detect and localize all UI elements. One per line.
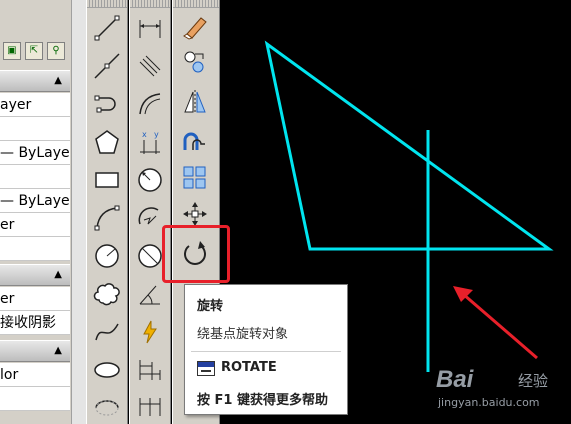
tooltip-title: 旋转: [197, 299, 224, 314]
ordinate-dimension-icon[interactable]: xy: [134, 126, 166, 158]
tooltip-description: 绕基点旋转对象: [197, 327, 289, 342]
property-material-value[interactable]: er: [0, 287, 70, 311]
section-plot-style-header[interactable]: ▲: [0, 340, 70, 362]
properties-palette: ▣ ⇱ ⚲ ▲ ayer — ByLayer — ByLayer er ▲ er…: [0, 0, 86, 424]
command-window-icon: [197, 361, 215, 376]
tooltip-help-hint: 按 F1 键获得更多帮助: [197, 393, 328, 408]
toolbar-grip[interactable]: [87, 0, 127, 8]
baseline-dimension-icon[interactable]: [134, 354, 166, 386]
property-layer-value[interactable]: ayer: [0, 93, 70, 117]
svg-text:y: y: [154, 130, 159, 139]
arc-length-icon[interactable]: [134, 88, 166, 120]
radius-dimension-icon[interactable]: [134, 164, 166, 196]
watermark-brand: Bai: [436, 366, 474, 393]
collapse-arrow-icon: ▲: [54, 269, 62, 280]
collapse-arrow-icon: ▲: [54, 75, 62, 86]
property-row[interactable]: [0, 387, 70, 411]
tooltip-command-name: ROTATE: [221, 360, 277, 375]
property-shadow-display-value[interactable]: 接收阴影: [0, 311, 70, 335]
collapse-arrow-icon: ▲: [54, 345, 62, 356]
select-objects-button[interactable]: ⇱: [25, 42, 43, 60]
property-transparency-value[interactable]: er: [0, 213, 70, 237]
toolbar-grip[interactable]: [130, 0, 170, 8]
mirror-icon[interactable]: [179, 86, 211, 118]
dimension-toolbar: xy: [129, 0, 171, 424]
toggle-pickadd-button[interactable]: ▣: [3, 42, 21, 60]
watermark-url: jingyan.baidu.com: [438, 396, 540, 409]
svg-text:x: x: [142, 130, 147, 139]
line-icon[interactable]: [91, 12, 123, 44]
property-row[interactable]: [0, 117, 70, 141]
erase-icon[interactable]: [179, 10, 211, 42]
property-row[interactable]: [0, 165, 70, 189]
aligned-dimension-icon[interactable]: [134, 50, 166, 82]
toolbar-grip[interactable]: [173, 0, 219, 8]
annotation-arrow: [462, 292, 538, 360]
continue-dimension-icon[interactable]: [134, 390, 166, 422]
arc-icon[interactable]: [91, 202, 123, 234]
angular-dimension-icon[interactable]: [134, 278, 166, 310]
property-plot-style-value[interactable]: lor: [0, 363, 70, 387]
array-icon[interactable]: [179, 162, 211, 194]
spline-icon[interactable]: [91, 316, 123, 348]
property-row[interactable]: [0, 237, 70, 261]
rectangle-icon[interactable]: [91, 164, 123, 196]
rotate-tool-highlight: [162, 225, 230, 283]
triangle-shape: [264, 40, 554, 251]
draw-toolbar: [86, 0, 128, 424]
quick-select-button[interactable]: ⚲: [47, 42, 65, 60]
linear-dimension-icon[interactable]: [134, 12, 166, 44]
rotate-tooltip: 旋转 绕基点旋转对象 ROTATE 按 F1 键获得更多帮助: [184, 284, 348, 415]
properties-scrollbar[interactable]: [71, 0, 86, 424]
quick-dimension-icon[interactable]: [134, 316, 166, 348]
property-linetype-value[interactable]: — ByLayer: [0, 141, 70, 165]
circle-icon[interactable]: [91, 240, 123, 272]
construction-line-icon[interactable]: [91, 50, 123, 82]
polygon-icon[interactable]: [91, 126, 123, 158]
ellipse-icon[interactable]: [91, 354, 123, 386]
ellipse-arc-icon[interactable]: [91, 390, 123, 422]
property-lineweight-value[interactable]: — ByLayer: [0, 189, 70, 213]
watermark-jingyan: 经验: [518, 372, 549, 390]
offset-icon[interactable]: [179, 124, 211, 156]
section-general-header[interactable]: ▲: [0, 70, 70, 92]
section-3d-visualization-header[interactable]: ▲: [0, 264, 70, 286]
revision-cloud-icon[interactable]: [91, 278, 123, 310]
tooltip-divider: [191, 351, 341, 352]
copy-icon[interactable]: [179, 46, 211, 78]
baidu-watermark: Bai 经验 jingyan.baidu.com: [436, 362, 566, 420]
polyline-icon[interactable]: [91, 88, 123, 120]
